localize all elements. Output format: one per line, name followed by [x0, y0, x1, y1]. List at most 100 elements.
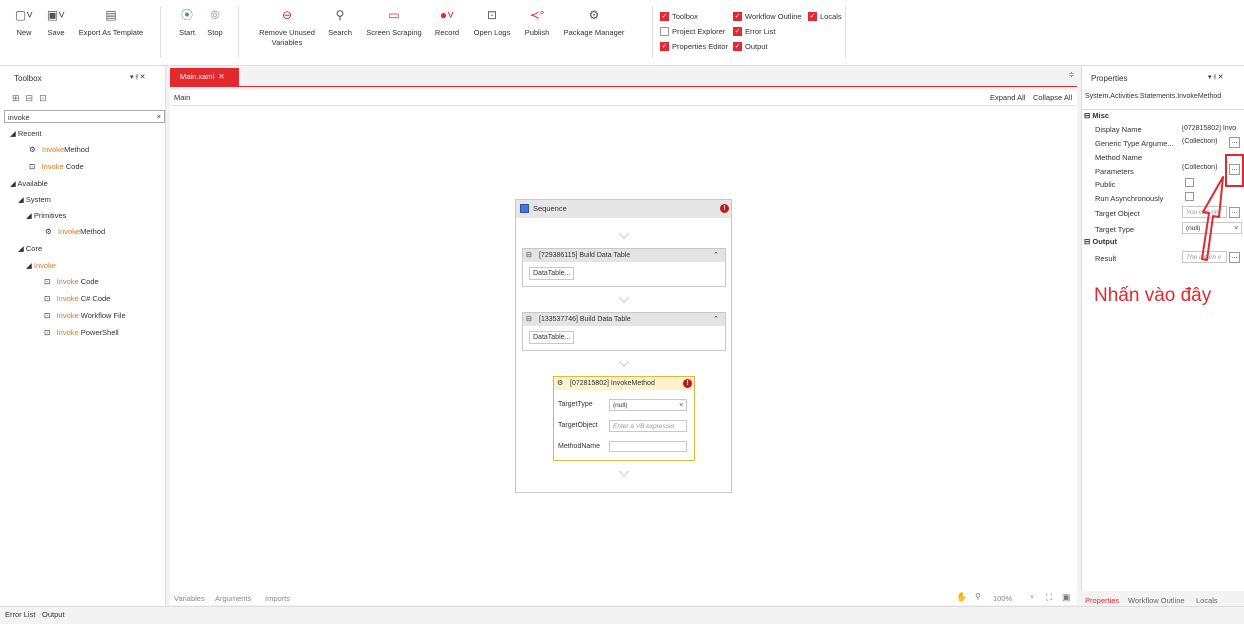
project-explorer-checkbox[interactable]: Project Explorer — [660, 27, 725, 36]
output-checkbox[interactable]: ✓ Output — [733, 42, 768, 51]
generic-type-ellipsis-button[interactable]: ... — [1229, 137, 1240, 148]
divider — [1082, 109, 1244, 110]
drop-arrow-icon — [619, 233, 629, 239]
build-data-table-activity[interactable]: ⊟ [133537746] Build Data Table ⌃ DataTab… — [522, 312, 726, 351]
tab-workflow-outline[interactable]: Workflow Outline — [1128, 596, 1185, 605]
new-button[interactable]: ▢˅ New — [12, 8, 36, 37]
divider — [652, 6, 653, 58]
overview-icon[interactable]: ▣ — [1062, 592, 1071, 603]
prop-run-async-label: Run Asynchronously — [1095, 194, 1164, 203]
tree-primitives[interactable]: ◢ Primitives — [26, 211, 66, 220]
target-object-input[interactable]: Enter a VB expressio — [609, 420, 687, 432]
tree-item-invoke-csharp[interactable]: ⊡ Invoke C# Code — [44, 294, 110, 303]
zoom-dropdown-icon[interactable]: ˅ — [1030, 594, 1034, 601]
save-icon: ▣˅ — [46, 8, 66, 22]
panel-pin-close-icon[interactable]: ▾ ⫲ ✕ — [130, 73, 146, 82]
new-file-icon: ▢˅ — [14, 8, 34, 22]
tree-item-invoke-workflow[interactable]: ⊡ Invoke Workflow File — [44, 311, 126, 320]
panel-pin-close-icon[interactable]: ▾ ⫲ ✕ — [1208, 73, 1224, 82]
properties-editor-checkbox[interactable]: ✓ Properties Editor — [660, 42, 728, 51]
tree-item-invoke-method-2[interactable]: ⚙ InvokeMethod — [45, 227, 105, 236]
checkbox-checked-icon: ✓ — [733, 27, 742, 36]
collapse-all-link[interactable]: Collapse All — [1033, 93, 1072, 102]
prop-display-name-value[interactable]: [072815802] Invo — [1182, 125, 1244, 132]
expand-collapse-icons[interactable]: ⊞⊟⊡ — [12, 93, 53, 104]
category-output[interactable]: ⊟ Output — [1084, 237, 1117, 246]
checkbox-checked-icon: ✓ — [733, 12, 742, 21]
workflow-outline-checkbox[interactable]: ✓ Workflow Outline — [733, 12, 802, 21]
divider — [845, 6, 846, 58]
table-icon: ⊟ — [526, 252, 532, 259]
sequence-activity[interactable]: Sequence ! ⊟ [729386115] Build Data Tabl… — [515, 199, 732, 493]
zoom-icon[interactable]: ⚲ — [975, 592, 981, 601]
prop-result-label: Result — [1095, 254, 1117, 263]
tree-system[interactable]: ◢ System — [18, 195, 51, 204]
remove-unused-variables-button[interactable]: ⊖ Remove Unused Variables — [254, 8, 320, 48]
prop-generic-type-value: (Collection) — [1182, 138, 1218, 145]
build-data-table-activity[interactable]: ⊟ [729386115] Build Data Table ⌃ DataTab… — [522, 248, 726, 287]
package-manager-button[interactable]: ⚙ Package Manager — [562, 8, 626, 37]
invoke-method-activity[interactable]: ⚙ [072815802] InvokeMethod ! TargetType … — [553, 376, 695, 461]
collapse-icon[interactable]: ⌃ — [713, 249, 719, 262]
tab-error-list[interactable]: Error List — [5, 610, 35, 619]
divider — [238, 6, 239, 58]
breadcrumb[interactable]: Main — [174, 93, 190, 102]
expand-all-link[interactable]: Expand All — [990, 93, 1025, 102]
prop-display-name-label: Display Name — [1095, 125, 1142, 134]
stop-button[interactable]: ⦾ Stop — [204, 8, 226, 37]
export-as-template-button[interactable]: ▤ Export As Template — [76, 8, 146, 37]
tree-recent[interactable]: ◢ Recent — [10, 129, 42, 138]
tree-invoke[interactable]: ◢ Invoke — [26, 261, 56, 270]
category-misc[interactable]: ⊟ Misc — [1084, 111, 1109, 120]
tab-locals[interactable]: Locals — [1196, 596, 1218, 605]
datatable-button[interactable]: DataTable... — [529, 331, 575, 344]
tab-main-xaml[interactable]: Main.xaml ✕ — [170, 68, 239, 86]
sequence-icon — [520, 204, 529, 213]
datatable-button[interactable]: DataTable... — [529, 267, 575, 280]
tab-imports[interactable]: Imports — [265, 594, 290, 603]
publish-icon: ≺° — [529, 8, 545, 22]
screen-scraping-button[interactable]: ▭ Screen Scraping — [364, 8, 424, 37]
tree-item-invoke-code[interactable]: ⊡ Invoke Code — [29, 162, 84, 171]
save-button[interactable]: ▣˅ Save — [44, 8, 68, 37]
invoke-method-icon: ⚙ — [29, 145, 36, 154]
toolbox-search-input[interactable]: invoke × — [4, 110, 165, 123]
tree-item-invoke-powershell[interactable]: ⊡ Invoke PowerShell — [44, 328, 119, 337]
play-icon: ⦿ — [180, 8, 193, 22]
tab-arguments[interactable]: Arguments — [215, 594, 251, 603]
method-name-input[interactable] — [609, 441, 687, 452]
clear-icon[interactable]: × — [157, 112, 161, 121]
tab-dropdown-icon[interactable]: ≑ — [1068, 70, 1075, 79]
tab-properties[interactable]: Properties — [1085, 596, 1119, 605]
start-button[interactable]: ⦿ Start — [176, 8, 198, 37]
tree-item-invoke-method[interactable]: ⚙ InvokeMethod — [29, 145, 89, 154]
pan-hand-icon[interactable]: ✋ — [956, 592, 967, 603]
close-tab-icon[interactable]: ✕ — [218, 72, 224, 81]
tree-available[interactable]: ◢ Available — [10, 179, 48, 188]
tree-item-invoke-code-2[interactable]: ⊡ Invoke Code — [44, 277, 99, 286]
fit-screen-icon[interactable]: ⛶ — [1046, 592, 1052, 603]
error-icon: ! — [720, 204, 729, 213]
locals-checkbox[interactable]: ✓ Locals — [808, 12, 842, 21]
method-name-label: MethodName — [558, 443, 601, 450]
drop-arrow-icon — [619, 297, 629, 303]
annotation-text: Nhấn vào đây — [1094, 285, 1212, 306]
annotation-arrow — [1201, 176, 1224, 261]
record-icon: ●˅ — [439, 8, 455, 22]
target-type-select[interactable]: (null) ˅ — [609, 399, 687, 411]
zoom-level[interactable]: 100% — [993, 594, 1012, 603]
search-button[interactable]: ⚲ Search — [326, 8, 354, 37]
collapse-icon[interactable]: ⌃ — [713, 313, 719, 326]
error-list-checkbox[interactable]: ✓ Error List — [733, 27, 775, 36]
sequence-header: Sequence ! — [516, 200, 731, 218]
package-icon: ⚙ — [588, 8, 600, 22]
toolbox-checkbox[interactable]: ✓ Toolbox — [660, 12, 698, 21]
checkbox-checked-icon: ✓ — [660, 42, 669, 51]
open-logs-button[interactable]: ⊡ Open Logs — [472, 8, 512, 37]
record-button[interactable]: ●˅ Record — [432, 8, 462, 37]
tab-output[interactable]: Output — [42, 610, 65, 619]
error-icon: ! — [683, 379, 692, 388]
tab-variables[interactable]: Variables — [174, 594, 205, 603]
tree-core[interactable]: ◢ Core — [18, 244, 42, 253]
publish-button[interactable]: ≺° Publish — [522, 8, 552, 37]
